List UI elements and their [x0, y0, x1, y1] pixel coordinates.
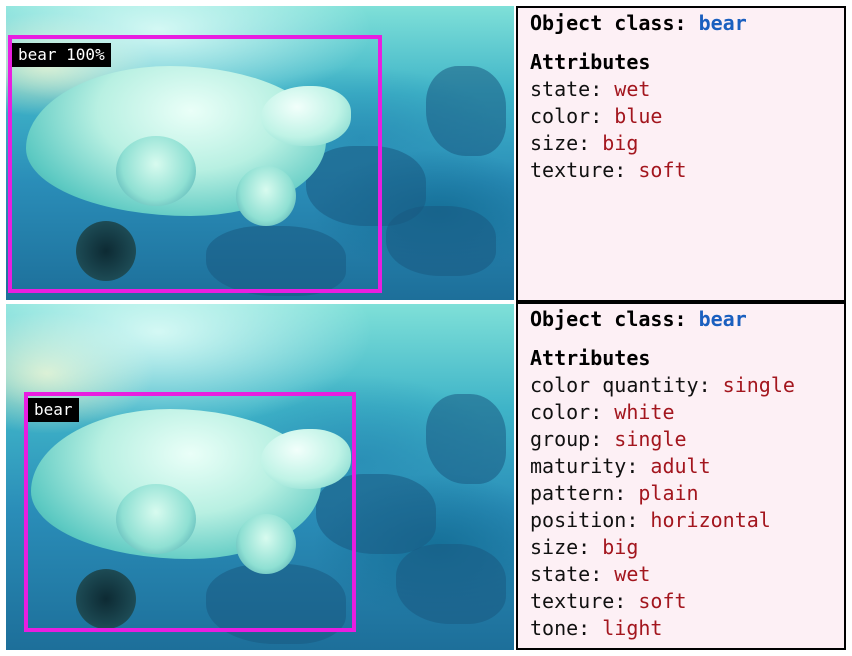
attribute-value: big	[602, 131, 639, 155]
attribute-key: group:	[530, 427, 603, 451]
rock	[396, 544, 506, 624]
attribute-value: horizontal	[650, 508, 771, 532]
attribute-value: white	[614, 400, 675, 424]
attribute-row: color: blue	[530, 103, 832, 130]
attributes-heading: Attributes	[530, 50, 651, 74]
attribute-row: texture: soft	[530, 588, 832, 615]
detection-bounding-box	[8, 35, 382, 293]
attribute-key: position:	[530, 508, 639, 532]
detection-label: bear	[28, 398, 79, 422]
top-attributes-panel: Object class: bear Attributes state: wet…	[516, 6, 846, 302]
attribute-value: single	[722, 373, 795, 397]
attributes-heading: Attributes	[530, 346, 651, 370]
attribute-key: texture:	[530, 158, 627, 182]
attribute-key: maturity:	[530, 454, 639, 478]
top-image-panel: bear 100%	[6, 6, 514, 300]
attribute-value: wet	[614, 562, 651, 586]
rock	[426, 66, 506, 156]
attribute-key: color:	[530, 104, 603, 128]
attribute-value: wet	[614, 77, 651, 101]
attribute-row: pattern: plain	[530, 480, 832, 507]
object-class-row: Object class: bear	[530, 10, 832, 37]
attribute-key: state:	[530, 562, 603, 586]
attribute-value: adult	[650, 454, 711, 478]
attribute-key: pattern:	[530, 481, 627, 505]
attribute-row: color: white	[530, 399, 832, 426]
attribute-row: size: big	[530, 130, 832, 157]
object-class-value: bear	[698, 11, 747, 35]
attribute-row: texture: soft	[530, 157, 832, 184]
attribute-row: state: wet	[530, 561, 832, 588]
attribute-key: tone:	[530, 616, 591, 640]
attribute-row: group: single	[530, 426, 832, 453]
attribute-row: tone: light	[530, 615, 832, 642]
attribute-value: plain	[638, 481, 699, 505]
attribute-row: position: horizontal	[530, 507, 832, 534]
attribute-value: soft	[638, 589, 687, 613]
object-class-row: Object class: bear	[530, 306, 832, 333]
bottom-attributes-panel: Object class: bear Attributes color quan…	[516, 302, 846, 650]
attribute-value: soft	[638, 158, 687, 182]
object-class-label: Object class:	[530, 11, 687, 35]
attribute-key: size:	[530, 535, 591, 559]
rock	[426, 394, 506, 484]
attribute-row: color quantity: single	[530, 372, 832, 399]
attribute-key: state:	[530, 77, 603, 101]
object-class-value: bear	[698, 307, 747, 331]
attribute-value: single	[614, 427, 687, 451]
bottom-image-panel: bear	[6, 304, 514, 650]
detection-bounding-box	[24, 392, 356, 632]
object-class-label: Object class:	[530, 307, 687, 331]
attribute-key: color quantity:	[530, 373, 711, 397]
attribute-row: state: wet	[530, 76, 832, 103]
attribute-value: big	[602, 535, 639, 559]
attribute-value: blue	[614, 104, 663, 128]
detection-label: bear 100%	[12, 43, 111, 67]
attribute-row: maturity: adult	[530, 453, 832, 480]
attribute-row: size: big	[530, 534, 832, 561]
rock	[386, 206, 496, 276]
attribute-key: color:	[530, 400, 603, 424]
attribute-value: light	[602, 616, 663, 640]
attribute-key: size:	[530, 131, 591, 155]
attribute-key: texture:	[530, 589, 627, 613]
